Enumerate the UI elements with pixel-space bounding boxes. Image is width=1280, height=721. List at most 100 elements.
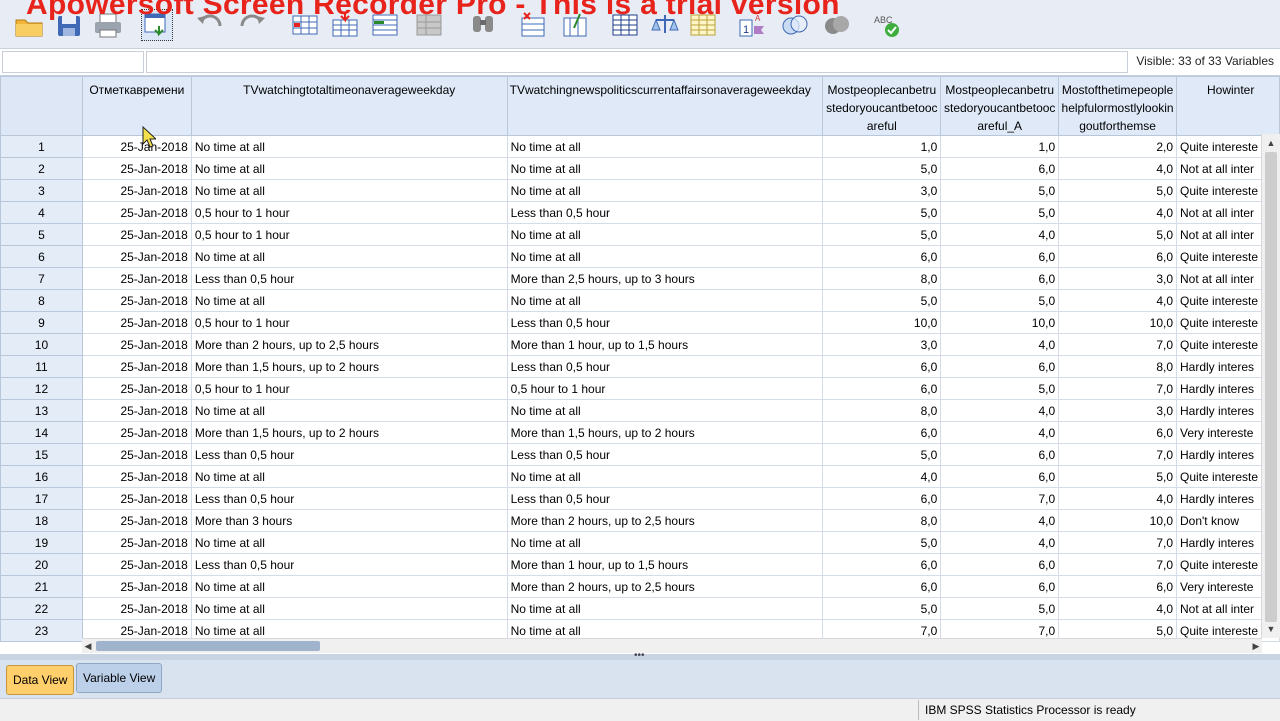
table-cell[interactable]: 4,0	[940, 509, 1060, 532]
table-cell[interactable]: 25-Jan-2018	[81, 531, 192, 554]
table-cell[interactable]: 6,0	[1058, 575, 1177, 598]
table-cell[interactable]: More than 2,5 hours, up to 3 hours	[506, 267, 824, 290]
scroll-down-icon[interactable]: ▼	[1264, 622, 1278, 636]
table-cell[interactable]: 6,0	[1058, 245, 1177, 268]
spell-check-icon[interactable]: ABC	[872, 10, 902, 40]
table-cell[interactable]: More than 1,5 hours, up to 2 hours	[190, 355, 508, 378]
table-cell[interactable]: 3,0	[822, 333, 942, 356]
table-cell[interactable]: Less than 0,5 hour	[190, 487, 508, 510]
tab-variable-view[interactable]: Variable View	[76, 663, 163, 693]
row-number[interactable]: 1	[0, 135, 83, 158]
column-header[interactable]: Howinter	[1176, 76, 1280, 136]
table-cell[interactable]: No time at all	[506, 289, 824, 312]
cell-value-field[interactable]	[146, 51, 1128, 73]
table-cell[interactable]: 3,0	[1058, 399, 1177, 422]
table-cell[interactable]: Less than 0,5 hour	[190, 267, 508, 290]
table-cell[interactable]: Less than 0,5 hour	[190, 553, 508, 576]
table-cell[interactable]: 8,0	[1058, 355, 1177, 378]
table-cell[interactable]: 6,0	[822, 355, 942, 378]
table-cell[interactable]: 25-Jan-2018	[81, 333, 192, 356]
table-cell[interactable]: No time at all	[190, 157, 508, 180]
table-cell[interactable]: 5,0	[940, 201, 1060, 224]
table-cell[interactable]: 0,5 hour to 1 hour	[190, 223, 508, 246]
row-number[interactable]: 5	[0, 223, 83, 246]
table-cell[interactable]: 25-Jan-2018	[81, 267, 192, 290]
row-number[interactable]: 6	[0, 245, 83, 268]
table-cell[interactable]: More than 1,5 hours, up to 2 hours	[506, 421, 824, 444]
table-cell[interactable]: More than 2 hours, up to 2,5 hours	[506, 509, 824, 532]
table-cell[interactable]: No time at all	[506, 465, 824, 488]
table-cell[interactable]: No time at all	[506, 179, 824, 202]
column-header[interactable]: Mostpeoplecanbetrustedoryoucantbetoocare…	[822, 76, 942, 136]
table-cell[interactable]: 7,0	[940, 487, 1060, 510]
column-header[interactable]: TVwatchingnewspoliticscurrentaffairsonav…	[506, 76, 824, 136]
table-cell[interactable]: 8,0	[822, 267, 942, 290]
row-number[interactable]: 18	[0, 509, 83, 532]
table-cell[interactable]: 6,0	[940, 575, 1060, 598]
row-number[interactable]: 11	[0, 355, 83, 378]
column-header[interactable]: Mostpeoplecanbetrustedoryoucantbetoocare…	[940, 76, 1060, 136]
table-cell[interactable]: 25-Jan-2018	[81, 443, 192, 466]
row-number[interactable]: 15	[0, 443, 83, 466]
table-cell[interactable]: 25-Jan-2018	[81, 465, 192, 488]
table-cell[interactable]: 8,0	[822, 509, 942, 532]
table-cell[interactable]: 6,0	[940, 157, 1060, 180]
table-cell[interactable]: 5,0	[822, 531, 942, 554]
table-cell[interactable]: Less than 0,5 hour	[506, 355, 824, 378]
table-cell[interactable]: 6,0	[822, 421, 942, 444]
table-cell[interactable]: 5,0	[822, 443, 942, 466]
row-number[interactable]: 14	[0, 421, 83, 444]
table-cell[interactable]: 5,0	[940, 597, 1060, 620]
table-cell[interactable]: 5,0	[940, 179, 1060, 202]
scroll-right-icon[interactable]: ▶	[1250, 639, 1262, 653]
table-cell[interactable]: 6,0	[940, 355, 1060, 378]
table-cell[interactable]: 5,0	[1058, 465, 1177, 488]
table-cell[interactable]: 25-Jan-2018	[81, 311, 192, 334]
table-cell[interactable]: More than 1,5 hours, up to 2 hours	[190, 421, 508, 444]
table-cell[interactable]: 25-Jan-2018	[81, 179, 192, 202]
table-cell[interactable]: More than 2 hours, up to 2,5 hours	[190, 333, 508, 356]
table-cell[interactable]: 6,0	[822, 553, 942, 576]
scroll-up-icon[interactable]: ▲	[1264, 136, 1278, 150]
table-cell[interactable]: 25-Jan-2018	[81, 289, 192, 312]
table-cell[interactable]: No time at all	[506, 531, 824, 554]
table-cell[interactable]: No time at all	[190, 465, 508, 488]
table-cell[interactable]: 4,0	[940, 333, 1060, 356]
table-cell[interactable]: 0,5 hour to 1 hour	[190, 311, 508, 334]
table-cell[interactable]: No time at all	[190, 399, 508, 422]
table-cell[interactable]: 25-Jan-2018	[81, 201, 192, 224]
table-cell[interactable]: 0,5 hour to 1 hour	[190, 377, 508, 400]
table-cell[interactable]: 6,0	[940, 465, 1060, 488]
table-cell[interactable]: No time at all	[190, 135, 508, 158]
row-number[interactable]: 23	[0, 619, 83, 642]
table-cell[interactable]: No time at all	[190, 179, 508, 202]
column-header[interactable]: TVwatchingtotaltimeonaverageweekday	[190, 76, 508, 136]
table-cell[interactable]: 4,0	[940, 421, 1060, 444]
table-cell[interactable]: 25-Jan-2018	[81, 487, 192, 510]
table-cell[interactable]: 8,0	[822, 399, 942, 422]
table-cell[interactable]: 5,0	[822, 201, 942, 224]
table-cell[interactable]: 6,0	[822, 377, 942, 400]
vertical-scroll-thumb[interactable]	[1265, 152, 1277, 622]
table-cell[interactable]: 5,0	[822, 157, 942, 180]
table-cell[interactable]: 25-Jan-2018	[81, 355, 192, 378]
table-cell[interactable]: 25-Jan-2018	[81, 509, 192, 532]
table-cell[interactable]: 6,0	[1058, 421, 1177, 444]
table-cell[interactable]: 10,0	[822, 311, 942, 334]
table-cell[interactable]: 4,0	[822, 465, 942, 488]
table-cell[interactable]: 7,0	[1058, 443, 1177, 466]
table-cell[interactable]: 7,0	[1058, 333, 1177, 356]
table-cell[interactable]: 4,0	[1058, 597, 1177, 620]
table-cell[interactable]: 6,0	[822, 245, 942, 268]
table-cell[interactable]: 6,0	[822, 575, 942, 598]
table-cell[interactable]: 25-Jan-2018	[81, 553, 192, 576]
table-cell[interactable]: 25-Jan-2018	[81, 245, 192, 268]
table-cell[interactable]: 1,0	[940, 135, 1060, 158]
tab-data-view[interactable]: Data View	[6, 665, 75, 695]
table-cell[interactable]: 5,0	[940, 289, 1060, 312]
table-cell[interactable]: Less than 0,5 hour	[190, 443, 508, 466]
table-cell[interactable]: 6,0	[940, 443, 1060, 466]
table-cell[interactable]: Less than 0,5 hour	[506, 487, 824, 510]
table-cell[interactable]: 10,0	[1058, 509, 1177, 532]
table-cell[interactable]: No time at all	[190, 245, 508, 268]
